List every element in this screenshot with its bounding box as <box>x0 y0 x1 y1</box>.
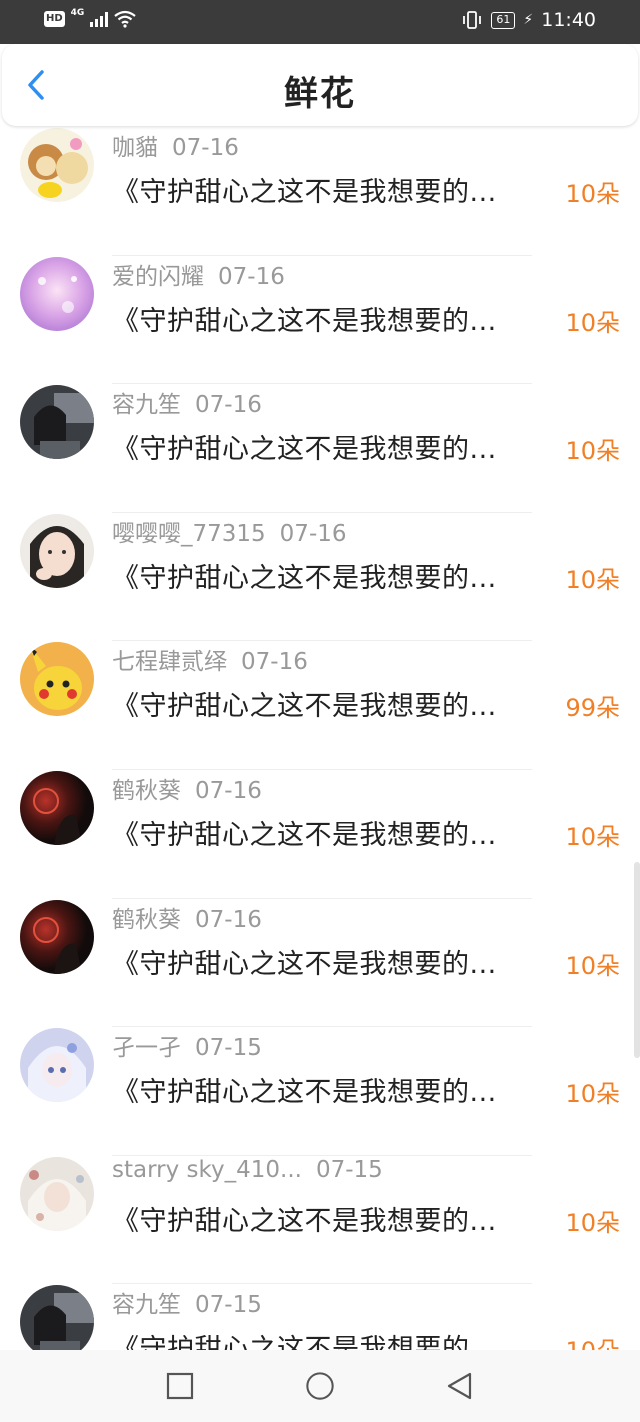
hd-icon: HD <box>44 11 65 27</box>
user-name[interactable]: 鹤秋葵 <box>112 778 181 804</box>
user-name[interactable]: 孑一孑 <box>112 1035 181 1061</box>
list-item[interactable]: starry sky_410... 07-15 《守护甜心之这不是我想要的... … <box>0 1107 640 1285</box>
avatar[interactable] <box>20 1285 94 1360</box>
flower-count: 10朵 <box>565 308 620 337</box>
item-meta: 容九笙 07-16 <box>112 385 262 419</box>
user-name[interactable]: 七程肆贰绎 <box>112 649 227 675</box>
list-item[interactable]: 爱的闪耀 07-16 《守护甜心之这不是我想要的... 10朵 <box>0 207 640 385</box>
flower-count: 10朵 <box>565 565 620 594</box>
item-date: 07-16 <box>195 392 262 419</box>
user-name[interactable]: 容九笙 <box>112 392 181 418</box>
book-title[interactable]: 《守护甜心之这不是我想要的... <box>112 942 497 981</box>
book-title[interactable]: 《守护甜心之这不是我想要的... <box>112 299 497 338</box>
list-item[interactable]: 鹤秋葵 07-16 《守护甜心之这不是我想要的... 10朵 <box>0 721 640 899</box>
list-item[interactable]: 鹤秋葵 07-16 《守护甜心之这不是我想要的... 10朵 <box>0 850 640 1028</box>
item-meta: 孑一孑 07-15 <box>112 1028 262 1062</box>
nav-back-button[interactable] <box>445 1371 475 1401</box>
item-date: 07-15 <box>195 1035 262 1062</box>
book-title[interactable]: 《守护甜心之这不是我想要的... <box>112 1199 497 1238</box>
status-bar: HD 4G 61 ⚡ 11:40 <box>0 0 640 44</box>
clock: 11:40 <box>541 9 596 31</box>
vibrate-icon <box>463 11 482 29</box>
item-date: 07-16 <box>279 520 347 547</box>
avatar[interactable] <box>20 1028 94 1103</box>
item-date: 07-16 <box>172 135 239 161</box>
flower-count: 99朵 <box>565 694 620 723</box>
status-right: 61 ⚡ 11:40 <box>461 9 596 31</box>
item-meta: 爱的闪耀 07-16 <box>112 257 285 291</box>
battery-level: 61 <box>496 13 511 26</box>
item-date: 07-16 <box>218 263 285 290</box>
user-name[interactable]: 嘤嘤嘤_77315 <box>112 521 266 547</box>
recents-button[interactable] <box>165 1371 195 1401</box>
avatar[interactable] <box>20 770 94 845</box>
avatar[interactable] <box>20 256 94 331</box>
charging-icon: ⚡ <box>523 12 534 28</box>
avatar[interactable] <box>20 899 94 974</box>
user-name[interactable]: 鹤秋葵 <box>112 907 181 933</box>
flower-count: 10朵 <box>565 180 620 208</box>
battery-icon: 61 <box>491 11 516 29</box>
circle-icon <box>306 1372 334 1400</box>
book-title[interactable]: 《守护甜心之这不是我想要的... <box>112 1070 497 1109</box>
item-meta: 七程肆贰绎 07-16 <box>112 642 308 676</box>
scrollbar[interactable] <box>634 862 640 1058</box>
list-item[interactable]: 孑一孑 07-15 《守护甜心之这不是我想要的... 10朵 <box>0 978 640 1156</box>
user-name[interactable]: 咖貓 <box>112 135 158 161</box>
flower-list: 咖貓 07-16 《守护甜心之这不是我想要的... 10朵 爱的闪耀 07-16 《… <box>0 78 640 1365</box>
flower-count: 10朵 <box>565 951 620 980</box>
item-meta: 容九笙 07-15 <box>112 1285 262 1319</box>
user-name[interactable]: starry sky_410... <box>112 1157 302 1183</box>
flower-count: 10朵 <box>565 1080 620 1109</box>
user-name[interactable]: 爱的闪耀 <box>112 264 204 290</box>
item-meta: 嘤嘤嘤_77315 07-16 <box>112 514 347 548</box>
item-date: 07-15 <box>195 1292 262 1319</box>
book-title[interactable]: 《守护甜心之这不是我想要的... <box>112 813 497 852</box>
system-nav-bar <box>0 1350 640 1422</box>
item-meta: starry sky_410... 07-15 <box>112 1157 383 1183</box>
list-item[interactable]: 容九笙 07-16 《守护甜心之这不是我想要的... 10朵 <box>0 335 640 513</box>
signal-icon <box>90 11 109 27</box>
user-name[interactable]: 容九笙 <box>112 1292 181 1318</box>
list-item[interactable]: 容九笙07-15 《守护甜心之这不是我想要的... 10朵 <box>0 1235 640 1365</box>
item-date: 07-16 <box>241 649 308 676</box>
flower-count: 10朵 <box>565 1208 620 1237</box>
app-header: 鲜花 <box>2 44 638 126</box>
page-title: 鲜花 <box>284 74 356 114</box>
item-meta: 鹤秋葵 07-16 <box>112 900 262 934</box>
book-title[interactable]: 《守护甜心之这不是我想要的... <box>112 684 497 723</box>
book-title[interactable]: 《守护甜心之这不是我想要的... <box>112 427 497 466</box>
triangle-back-icon <box>447 1372 472 1400</box>
book-title[interactable]: 《守护甜心之这不是我想要的... <box>112 170 497 209</box>
network-type: 4G <box>70 8 85 18</box>
avatar[interactable] <box>20 128 94 202</box>
wifi-icon <box>114 10 137 28</box>
list-item[interactable]: 七程肆贰绎 07-16 《守护甜心之这不是我想要的... 99朵 <box>0 592 640 770</box>
flower-count: 10朵 <box>565 822 620 851</box>
item-date: 07-15 <box>315 1156 383 1183</box>
square-icon <box>166 1372 194 1400</box>
avatar[interactable] <box>20 513 94 588</box>
avatar[interactable] <box>20 642 94 717</box>
status-left: HD 4G <box>44 8 137 28</box>
item-date: 07-16 <box>195 777 262 804</box>
list-item[interactable]: 嘤嘤嘤_77315 07-16 《守护甜心之这不是我想要的... 10朵 <box>0 464 640 642</box>
avatar[interactable] <box>20 385 94 460</box>
item-meta: 咖貓 07-16 <box>112 128 239 162</box>
book-title[interactable]: 《守护甜心之这不是我想要的... <box>112 556 497 595</box>
avatar[interactable] <box>20 1156 94 1231</box>
item-date: 07-16 <box>195 906 262 933</box>
home-button[interactable] <box>305 1371 335 1401</box>
item-meta: 鹤秋葵 07-16 <box>112 771 262 805</box>
flower-count: 10朵 <box>565 437 620 466</box>
